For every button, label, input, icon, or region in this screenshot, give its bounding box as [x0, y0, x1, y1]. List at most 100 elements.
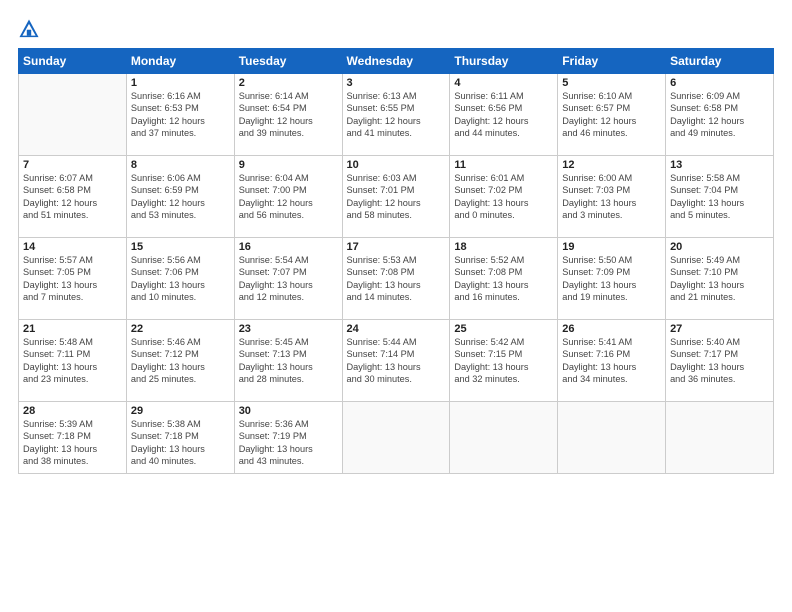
day-number: 18 [454, 241, 553, 253]
cell-content: Sunrise: 6:09 AM Sunset: 6:58 PM Dayligh… [670, 90, 769, 140]
calendar-cell: 3Sunrise: 6:13 AM Sunset: 6:55 PM Daylig… [342, 74, 450, 156]
cell-content: Sunrise: 6:16 AM Sunset: 6:53 PM Dayligh… [131, 90, 230, 140]
cell-content: Sunrise: 6:01 AM Sunset: 7:02 PM Dayligh… [454, 172, 553, 222]
cell-content: Sunrise: 5:36 AM Sunset: 7:19 PM Dayligh… [239, 418, 338, 468]
cell-content: Sunrise: 5:45 AM Sunset: 7:13 PM Dayligh… [239, 336, 338, 386]
calendar-day-header: Tuesday [234, 49, 342, 74]
cell-content: Sunrise: 6:07 AM Sunset: 6:58 PM Dayligh… [23, 172, 122, 222]
calendar-day-header: Thursday [450, 49, 558, 74]
calendar-day-header: Wednesday [342, 49, 450, 74]
day-number: 6 [670, 77, 769, 89]
cell-content: Sunrise: 5:54 AM Sunset: 7:07 PM Dayligh… [239, 254, 338, 304]
calendar-day-header: Friday [558, 49, 666, 74]
calendar-cell: 10Sunrise: 6:03 AM Sunset: 7:01 PM Dayli… [342, 156, 450, 238]
day-number: 17 [347, 241, 446, 253]
cell-content: Sunrise: 5:50 AM Sunset: 7:09 PM Dayligh… [562, 254, 661, 304]
logo-icon [18, 18, 40, 40]
calendar-week-row: 7Sunrise: 6:07 AM Sunset: 6:58 PM Daylig… [19, 156, 774, 238]
cell-content: Sunrise: 5:42 AM Sunset: 7:15 PM Dayligh… [454, 336, 553, 386]
day-number: 10 [347, 159, 446, 171]
day-number: 11 [454, 159, 553, 171]
day-number: 7 [23, 159, 122, 171]
day-number: 9 [239, 159, 338, 171]
calendar-cell [342, 402, 450, 474]
calendar-cell: 27Sunrise: 5:40 AM Sunset: 7:17 PM Dayli… [666, 320, 774, 402]
calendar-cell [558, 402, 666, 474]
cell-content: Sunrise: 5:52 AM Sunset: 7:08 PM Dayligh… [454, 254, 553, 304]
calendar-cell [19, 74, 127, 156]
day-number: 2 [239, 77, 338, 89]
calendar-cell: 18Sunrise: 5:52 AM Sunset: 7:08 PM Dayli… [450, 238, 558, 320]
calendar-cell [666, 402, 774, 474]
calendar-cell: 20Sunrise: 5:49 AM Sunset: 7:10 PM Dayli… [666, 238, 774, 320]
calendar-cell: 7Sunrise: 6:07 AM Sunset: 6:58 PM Daylig… [19, 156, 127, 238]
day-number: 24 [347, 323, 446, 335]
calendar-cell: 17Sunrise: 5:53 AM Sunset: 7:08 PM Dayli… [342, 238, 450, 320]
calendar-cell: 6Sunrise: 6:09 AM Sunset: 6:58 PM Daylig… [666, 74, 774, 156]
cell-content: Sunrise: 6:14 AM Sunset: 6:54 PM Dayligh… [239, 90, 338, 140]
day-number: 15 [131, 241, 230, 253]
logo [18, 18, 44, 40]
calendar-cell: 23Sunrise: 5:45 AM Sunset: 7:13 PM Dayli… [234, 320, 342, 402]
header [18, 18, 774, 40]
cell-content: Sunrise: 5:49 AM Sunset: 7:10 PM Dayligh… [670, 254, 769, 304]
day-number: 16 [239, 241, 338, 253]
calendar-day-header: Saturday [666, 49, 774, 74]
cell-content: Sunrise: 5:56 AM Sunset: 7:06 PM Dayligh… [131, 254, 230, 304]
calendar-week-row: 21Sunrise: 5:48 AM Sunset: 7:11 PM Dayli… [19, 320, 774, 402]
day-number: 25 [454, 323, 553, 335]
calendar-week-row: 1Sunrise: 6:16 AM Sunset: 6:53 PM Daylig… [19, 74, 774, 156]
calendar-cell: 11Sunrise: 6:01 AM Sunset: 7:02 PM Dayli… [450, 156, 558, 238]
cell-content: Sunrise: 5:57 AM Sunset: 7:05 PM Dayligh… [23, 254, 122, 304]
cell-content: Sunrise: 5:58 AM Sunset: 7:04 PM Dayligh… [670, 172, 769, 222]
calendar-day-header: Sunday [19, 49, 127, 74]
cell-content: Sunrise: 6:03 AM Sunset: 7:01 PM Dayligh… [347, 172, 446, 222]
cell-content: Sunrise: 5:40 AM Sunset: 7:17 PM Dayligh… [670, 336, 769, 386]
cell-content: Sunrise: 6:00 AM Sunset: 7:03 PM Dayligh… [562, 172, 661, 222]
calendar-cell: 14Sunrise: 5:57 AM Sunset: 7:05 PM Dayli… [19, 238, 127, 320]
day-number: 1 [131, 77, 230, 89]
day-number: 8 [131, 159, 230, 171]
calendar-cell: 22Sunrise: 5:46 AM Sunset: 7:12 PM Dayli… [126, 320, 234, 402]
day-number: 14 [23, 241, 122, 253]
day-number: 22 [131, 323, 230, 335]
calendar-cell: 19Sunrise: 5:50 AM Sunset: 7:09 PM Dayli… [558, 238, 666, 320]
calendar-cell: 29Sunrise: 5:38 AM Sunset: 7:18 PM Dayli… [126, 402, 234, 474]
cell-content: Sunrise: 6:06 AM Sunset: 6:59 PM Dayligh… [131, 172, 230, 222]
calendar-cell: 13Sunrise: 5:58 AM Sunset: 7:04 PM Dayli… [666, 156, 774, 238]
calendar-cell: 30Sunrise: 5:36 AM Sunset: 7:19 PM Dayli… [234, 402, 342, 474]
day-number: 23 [239, 323, 338, 335]
day-number: 19 [562, 241, 661, 253]
calendar-cell: 2Sunrise: 6:14 AM Sunset: 6:54 PM Daylig… [234, 74, 342, 156]
calendar-cell: 1Sunrise: 6:16 AM Sunset: 6:53 PM Daylig… [126, 74, 234, 156]
calendar-cell: 25Sunrise: 5:42 AM Sunset: 7:15 PM Dayli… [450, 320, 558, 402]
calendar-cell: 12Sunrise: 6:00 AM Sunset: 7:03 PM Dayli… [558, 156, 666, 238]
day-number: 21 [23, 323, 122, 335]
cell-content: Sunrise: 5:38 AM Sunset: 7:18 PM Dayligh… [131, 418, 230, 468]
calendar-cell: 26Sunrise: 5:41 AM Sunset: 7:16 PM Dayli… [558, 320, 666, 402]
day-number: 29 [131, 405, 230, 417]
cell-content: Sunrise: 5:53 AM Sunset: 7:08 PM Dayligh… [347, 254, 446, 304]
calendar-header-row: SundayMondayTuesdayWednesdayThursdayFrid… [19, 49, 774, 74]
day-number: 12 [562, 159, 661, 171]
calendar-cell: 5Sunrise: 6:10 AM Sunset: 6:57 PM Daylig… [558, 74, 666, 156]
cell-content: Sunrise: 5:41 AM Sunset: 7:16 PM Dayligh… [562, 336, 661, 386]
cell-content: Sunrise: 6:11 AM Sunset: 6:56 PM Dayligh… [454, 90, 553, 140]
day-number: 4 [454, 77, 553, 89]
day-number: 27 [670, 323, 769, 335]
page: SundayMondayTuesdayWednesdayThursdayFrid… [0, 0, 792, 612]
calendar-cell: 8Sunrise: 6:06 AM Sunset: 6:59 PM Daylig… [126, 156, 234, 238]
cell-content: Sunrise: 5:48 AM Sunset: 7:11 PM Dayligh… [23, 336, 122, 386]
cell-content: Sunrise: 6:13 AM Sunset: 6:55 PM Dayligh… [347, 90, 446, 140]
cell-content: Sunrise: 5:44 AM Sunset: 7:14 PM Dayligh… [347, 336, 446, 386]
calendar-cell: 15Sunrise: 5:56 AM Sunset: 7:06 PM Dayli… [126, 238, 234, 320]
cell-content: Sunrise: 6:04 AM Sunset: 7:00 PM Dayligh… [239, 172, 338, 222]
day-number: 30 [239, 405, 338, 417]
calendar-week-row: 28Sunrise: 5:39 AM Sunset: 7:18 PM Dayli… [19, 402, 774, 474]
day-number: 3 [347, 77, 446, 89]
calendar-week-row: 14Sunrise: 5:57 AM Sunset: 7:05 PM Dayli… [19, 238, 774, 320]
calendar-cell: 28Sunrise: 5:39 AM Sunset: 7:18 PM Dayli… [19, 402, 127, 474]
calendar-cell: 16Sunrise: 5:54 AM Sunset: 7:07 PM Dayli… [234, 238, 342, 320]
calendar-day-header: Monday [126, 49, 234, 74]
day-number: 26 [562, 323, 661, 335]
